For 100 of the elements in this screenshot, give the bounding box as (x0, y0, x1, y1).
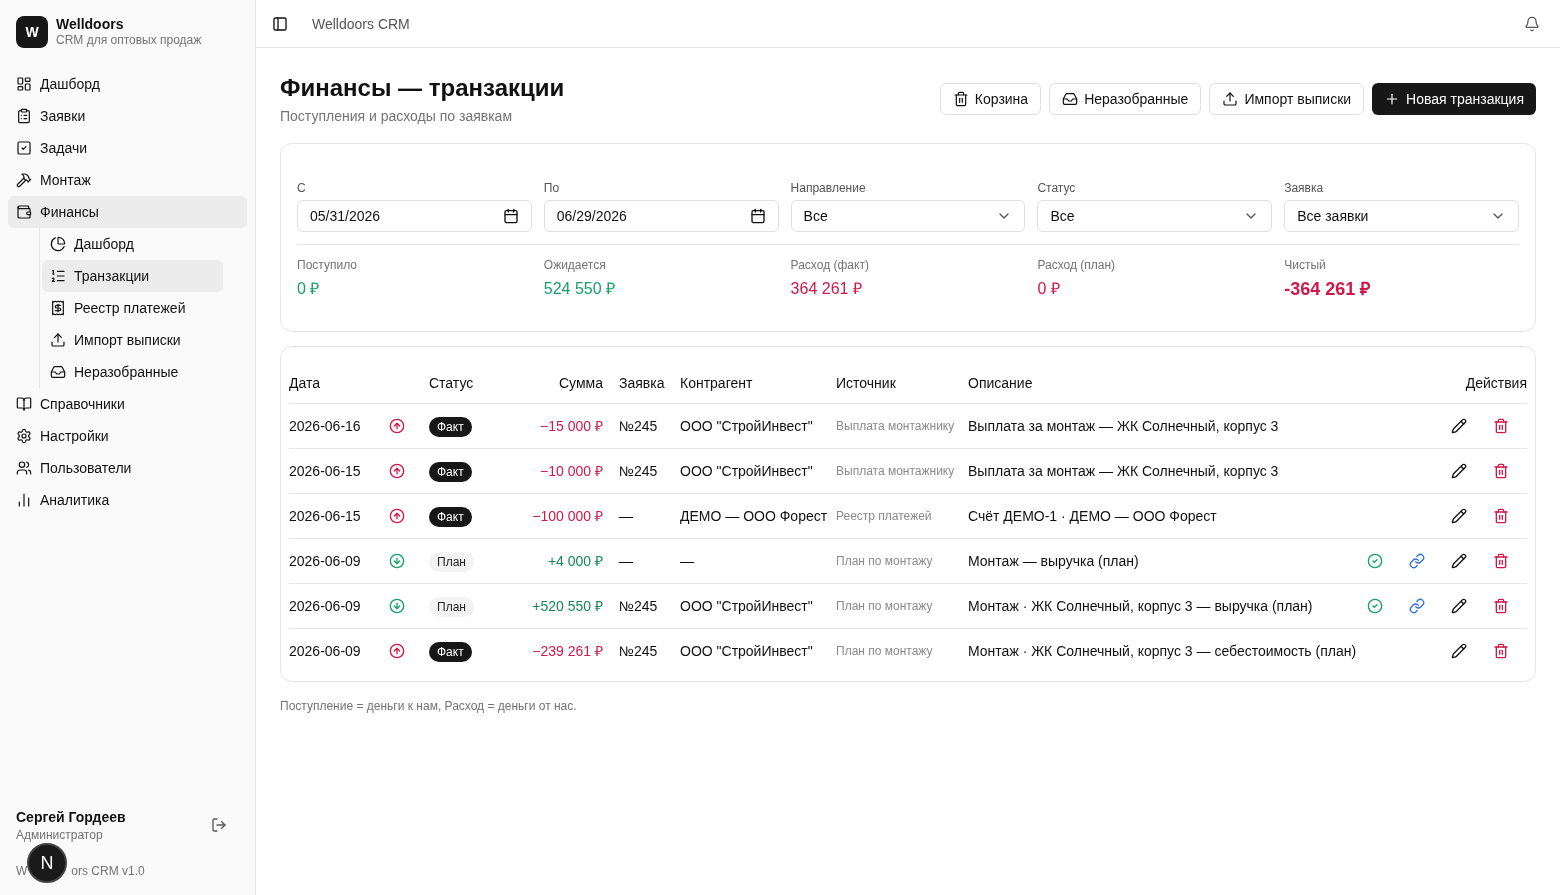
order-cell: №245 (619, 448, 680, 493)
description-cell: Монтаж — выручка (план) (968, 538, 1367, 583)
amount-cell: −239 261 ₽ (509, 628, 619, 673)
counterparty-cell: ООО "СтройИнвест" (680, 583, 836, 628)
settings-icon (16, 428, 32, 444)
action-button[interactable]: Корзина (939, 83, 1042, 115)
edit-icon[interactable] (1451, 552, 1467, 569)
edit-icon[interactable] (1451, 597, 1467, 614)
brand-name: Welldoors (56, 16, 125, 32)
receipt-icon (50, 300, 66, 316)
page-subtitle: Поступления и расходы по заявкам (280, 107, 514, 126)
sidebar-item[interactable]: Пользователи (8, 452, 247, 484)
logo: W (16, 16, 48, 48)
sidebar-subitem[interactable]: Реестр платежей (42, 292, 223, 324)
sidebar-item[interactable]: Аналитика (8, 484, 247, 516)
edit-icon[interactable] (1451, 642, 1467, 659)
calendar-icon (749, 208, 766, 224)
source-cell: План по монтажу (836, 538, 968, 583)
sidebar-item[interactable]: Справочники (8, 388, 247, 420)
sidebar-subitem[interactable]: Дашборд (42, 228, 223, 260)
source-cell: Выплата монтажнику (836, 403, 968, 448)
logout-icon[interactable] (211, 817, 227, 833)
bell-icon[interactable] (1524, 15, 1540, 32)
link-icon[interactable] (1409, 597, 1425, 614)
summary-value: 0 ₽ (1037, 279, 1061, 299)
upload-icon (50, 332, 66, 348)
filter-label: Статус (1037, 180, 1077, 196)
inbox-icon (50, 364, 66, 380)
filter-label: С (297, 180, 307, 196)
arrow-down-icon (389, 597, 405, 614)
delete-icon[interactable] (1493, 507, 1509, 524)
order-cell: №245 (619, 583, 680, 628)
status-badge: Факт (429, 641, 472, 662)
select-field[interactable]: Все (790, 200, 1026, 232)
summary-label: Расход (план) (1037, 257, 1117, 273)
description-cell: Монтаж · ЖК Солнечный, корпус 3 — себестоимость (план) (968, 628, 1367, 673)
sidebar-item[interactable]: Настройки (8, 420, 247, 452)
amount-cell: −15 000 ₽ (509, 403, 619, 448)
sidebar-subitem[interactable]: Импорт выписки (42, 324, 223, 356)
select-field[interactable]: Все (1037, 200, 1273, 232)
action-button[interactable]: Импорт выписки (1209, 83, 1365, 115)
dev-badge[interactable]: N (27, 843, 67, 883)
date-cell: 2026-06-16 (289, 403, 389, 448)
delete-icon[interactable] (1493, 597, 1509, 614)
user-name: Сергей Гордеев (16, 808, 126, 827)
version-text: ors CRM v1.0 (71, 863, 145, 879)
delete-icon[interactable] (1493, 462, 1509, 479)
source-cell: Выплата монтажнику (836, 448, 968, 493)
date-field[interactable]: 06/29/2026 (543, 200, 779, 232)
dashboard-icon (16, 76, 32, 92)
action-button[interactable]: Новая транзакция (1372, 83, 1536, 115)
summary-value: 524 550 ₽ (543, 279, 617, 299)
filter-label: Направление (790, 180, 867, 196)
confirm-icon[interactable] (1367, 552, 1383, 569)
footnote: Поступление = деньги к нам, Расход = деньги от нас. (280, 698, 578, 714)
edit-icon[interactable] (1451, 462, 1467, 479)
page-title: Финансы — транзакции (280, 74, 565, 102)
arrow-up-icon (389, 417, 405, 434)
bar-chart-icon (16, 492, 32, 508)
column-header: Заявка (619, 363, 680, 403)
sidebar-item[interactable]: Заявки (8, 100, 247, 132)
order-cell: №245 (619, 628, 680, 673)
delete-icon[interactable] (1493, 552, 1509, 569)
action-button[interactable]: Неразобранные (1049, 83, 1202, 115)
link-icon[interactable] (1409, 552, 1425, 569)
users-icon (16, 460, 32, 476)
date-cell: 2026-06-15 (289, 448, 389, 493)
confirm-icon[interactable] (1367, 597, 1383, 614)
column-header: Действия (1367, 363, 1527, 403)
date-cell: 2026-06-09 (289, 538, 389, 583)
sidebar-item[interactable]: Дашборд (8, 68, 247, 100)
edit-icon[interactable] (1451, 417, 1467, 434)
select-field[interactable]: Все заявки (1284, 200, 1519, 232)
counterparty-cell: ООО "СтройИнвест" (680, 448, 836, 493)
sidebar-item[interactable]: Монтаж (8, 164, 247, 196)
edit-icon[interactable] (1451, 507, 1467, 524)
order-cell: — (619, 493, 680, 538)
date-cell: 2026-06-15 (289, 493, 389, 538)
sidebar-toggle-icon[interactable] (272, 15, 288, 32)
sidebar-item[interactable]: Задачи (8, 132, 247, 164)
counterparty-cell: ООО "СтройИнвест" (680, 628, 836, 673)
summary-value: 0 ₽ (297, 279, 321, 299)
sidebar-subitem[interactable]: Неразобранные (42, 356, 223, 388)
summary-label: Чистый (1284, 257, 1327, 273)
sidebar-item[interactable]: Финансы (8, 196, 247, 228)
counterparty-cell: ДЕМО — ООО Форест (680, 493, 836, 538)
summary-value: -364 261 ₽ (1284, 278, 1372, 301)
column-header: Статус (429, 363, 509, 403)
status-badge: План (429, 596, 474, 617)
delete-icon[interactable] (1493, 642, 1509, 659)
description-cell: Выплата за монтаж — ЖК Солнечный, корпус 3 (968, 403, 1367, 448)
column-header: Дата (289, 363, 429, 403)
amount-cell: −10 000 ₽ (509, 448, 619, 493)
sidebar-subitem[interactable]: Транзакции (42, 260, 223, 292)
delete-icon[interactable] (1493, 417, 1509, 434)
arrow-up-icon (389, 642, 405, 659)
date-field[interactable]: 05/31/2026 (297, 200, 532, 232)
description-cell: Счёт ДЕМО-1 · ДЕМО — ООО Форест (968, 493, 1367, 538)
version-text: W (16, 863, 28, 879)
arrow-down-icon (389, 552, 405, 569)
